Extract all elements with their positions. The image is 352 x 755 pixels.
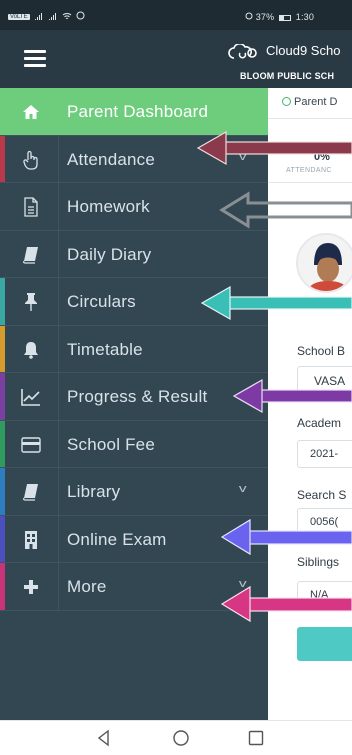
school-branch-field[interactable]: VASA bbox=[297, 366, 352, 394]
item-separator bbox=[58, 420, 59, 467]
hand-pointer-icon bbox=[18, 147, 44, 173]
menu-item-label: Library bbox=[67, 482, 121, 501]
school-branch-label: School B bbox=[297, 344, 346, 358]
recents-icon[interactable] bbox=[247, 729, 265, 747]
menu-item-more[interactable]: More v bbox=[0, 563, 268, 611]
item-separator bbox=[58, 325, 59, 372]
battery-percent: 37% bbox=[255, 12, 275, 22]
chart-icon bbox=[18, 384, 44, 410]
menu-item-label: Daily Diary bbox=[67, 244, 152, 264]
divider bbox=[268, 182, 352, 183]
item-separator bbox=[58, 563, 59, 610]
chevron-down-icon[interactable]: v bbox=[239, 151, 247, 163]
brand-name: Cloud9 Scho bbox=[266, 43, 341, 58]
menu-item-label: Parent Dashboard bbox=[67, 102, 209, 121]
menu-item-circulars[interactable]: Circulars bbox=[0, 278, 268, 326]
search-student-label: Search S bbox=[297, 488, 347, 502]
menu-item-label: More bbox=[67, 577, 107, 596]
item-stripe bbox=[0, 563, 5, 610]
search-student-field[interactable]: 0056( bbox=[297, 508, 352, 536]
chevron-down-icon[interactable]: v bbox=[239, 483, 247, 495]
menu-item-progress-result[interactable]: Progress & Result bbox=[0, 373, 268, 421]
menu-item-attendance[interactable]: Attendance v bbox=[0, 135, 268, 183]
item-stripe bbox=[0, 515, 5, 562]
item-stripe bbox=[0, 135, 5, 182]
wifi-icon bbox=[62, 12, 72, 22]
menu-item-label: Progress & Result bbox=[67, 387, 208, 406]
chevron-down-icon[interactable]: v bbox=[239, 578, 247, 590]
menu-item-label: Attendance bbox=[67, 149, 156, 169]
menu-icon[interactable] bbox=[24, 50, 46, 67]
item-separator bbox=[58, 135, 59, 182]
system-nav-bar bbox=[0, 720, 352, 755]
academic-year-field[interactable]: 2021- bbox=[297, 440, 352, 468]
siblings-field[interactable]: N/A bbox=[297, 581, 352, 609]
student-avatar[interactable] bbox=[296, 233, 352, 293]
pin-icon bbox=[18, 289, 44, 315]
battery-icon bbox=[279, 14, 292, 21]
credit-card-icon bbox=[18, 432, 44, 458]
status-icons: VoLTE bbox=[8, 11, 85, 22]
home-button-icon[interactable] bbox=[172, 729, 190, 747]
item-stripe bbox=[0, 468, 5, 515]
dashboard-page: Parent D 0% ATTENDANC School B VASA Acad… bbox=[268, 88, 352, 720]
item-separator bbox=[58, 230, 59, 277]
item-stripe bbox=[0, 420, 5, 467]
divider bbox=[268, 118, 352, 119]
book-icon bbox=[18, 479, 44, 505]
document-icon bbox=[18, 194, 44, 220]
item-stripe bbox=[0, 373, 5, 420]
item-separator bbox=[58, 88, 59, 135]
item-separator bbox=[58, 515, 59, 562]
item-separator bbox=[58, 373, 59, 420]
item-stripe bbox=[0, 88, 5, 135]
submit-button[interactable] bbox=[297, 627, 352, 661]
home-icon bbox=[18, 99, 44, 125]
item-separator bbox=[58, 468, 59, 515]
clock: 1:30 bbox=[295, 12, 315, 22]
item-stripe bbox=[0, 183, 5, 230]
status-bar: VoLTE 37% 1:30 bbox=[0, 0, 352, 30]
menu-item-homework[interactable]: Homework bbox=[0, 183, 268, 231]
item-stripe bbox=[0, 230, 5, 277]
book-icon bbox=[18, 242, 44, 268]
signal-icon bbox=[48, 12, 58, 22]
whatsapp-icon bbox=[76, 11, 85, 22]
volte-badge: VoLTE bbox=[8, 13, 30, 20]
menu-item-online-exam[interactable]: Online Exam bbox=[0, 515, 268, 563]
back-icon[interactable] bbox=[95, 729, 113, 747]
menu-item-label: Circulars bbox=[67, 292, 136, 311]
siblings-label: Siblings bbox=[297, 555, 340, 569]
attendance-value: 0% bbox=[314, 151, 330, 163]
status-right: 37% 1:30 bbox=[245, 12, 314, 22]
attendance-label: ATTENDANC bbox=[286, 167, 332, 174]
menu-item-library[interactable]: Library v bbox=[0, 468, 268, 516]
alarm-icon bbox=[245, 12, 256, 22]
signal-icon bbox=[34, 12, 44, 22]
menu-item-label: School Fee bbox=[67, 434, 155, 454]
school-name: BLOOM PUBLIC SCH bbox=[240, 71, 335, 81]
academic-year-label: Academ bbox=[297, 416, 342, 430]
menu-item-label: Homework bbox=[67, 197, 150, 216]
item-separator bbox=[58, 278, 59, 325]
item-separator bbox=[58, 183, 59, 230]
menu-item-daily-diary[interactable]: Daily Diary bbox=[0, 230, 268, 278]
navigation-drawer: Parent Dashboard Attendance v Homework D… bbox=[0, 88, 268, 720]
menu-item-label: Online Exam bbox=[67, 529, 167, 549]
breadcrumb: Parent D bbox=[282, 96, 337, 108]
item-stripe bbox=[0, 325, 5, 372]
menu-item-label: Timetable bbox=[67, 339, 143, 359]
circle-icon bbox=[282, 97, 291, 106]
menu-item-timetable[interactable]: Timetable bbox=[0, 325, 268, 373]
app-bar: Cloud9 Scho BLOOM PUBLIC SCH bbox=[0, 30, 352, 88]
bell-icon bbox=[18, 337, 44, 363]
building-icon bbox=[18, 527, 44, 553]
menu-item-school-fee[interactable]: School Fee bbox=[0, 420, 268, 468]
menu-item-parent-dashboard[interactable]: Parent Dashboard bbox=[0, 88, 268, 136]
item-stripe bbox=[0, 278, 5, 325]
cloud9-logo bbox=[228, 44, 257, 59]
breadcrumb-label: Parent D bbox=[294, 96, 338, 108]
plus-icon bbox=[18, 574, 44, 600]
